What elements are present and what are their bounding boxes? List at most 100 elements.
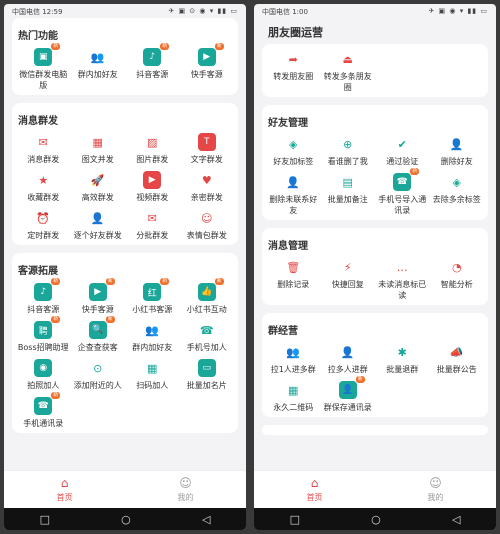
- tab-bar: ⌂ 首页 ☺ 我的: [254, 470, 496, 508]
- home-icon: ⌂: [310, 476, 319, 490]
- feature-item[interactable]: ⏰ 定时群发: [16, 209, 71, 241]
- feature-label: 抖音客源: [27, 305, 60, 314]
- icon-glyph: ✱: [397, 345, 407, 359]
- feature-label: 分批群发: [136, 231, 169, 240]
- feature-item[interactable]: 红新小红书客源: [125, 278, 180, 315]
- left-scroll[interactable]: 中国电信 12:59 ✈ ▣ ⊙ ◉ ▾ ▮▮ ▭ 热门功能 ▣ 新微信群发电脑版 👥…: [4, 4, 246, 470]
- left-phone-screen: 中国电信 12:59 ✈ ▣ ⊙ ◉ ▾ ▮▮ ▭ 热门功能 ▣ 新微信群发电脑版 👥…: [4, 4, 246, 530]
- feature-item[interactable]: ◉ 拍照加人: [16, 359, 71, 391]
- feature-item[interactable]: ▶ 视频群发: [125, 171, 180, 203]
- feature-label: 转发朋友圈: [273, 72, 314, 81]
- feature-item[interactable]: ✉ 分批群发: [125, 209, 180, 241]
- feature-item[interactable]: ➦ 转发朋友圈: [266, 50, 321, 93]
- feature-item[interactable]: 👤 删除未联系好友: [266, 173, 321, 216]
- feature-item[interactable]: 🔍 新企查查获客: [71, 316, 126, 353]
- recents-button[interactable]: □: [290, 513, 300, 526]
- feature-item[interactable]: ♥ 亲密群发: [180, 171, 235, 203]
- feature-item[interactable]: 👤 拉多人进群: [321, 343, 376, 375]
- new-badge: 新: [51, 392, 61, 399]
- feature-item[interactable]: 👤 新群保存通讯录: [321, 376, 376, 413]
- home-button[interactable]: ○: [371, 513, 381, 526]
- feature-icon: …: [393, 258, 411, 276]
- feature-item[interactable]: ▶ 新快手客源: [71, 278, 126, 315]
- feature-item[interactable]: 🚀 高效群发: [71, 171, 126, 203]
- feature-item[interactable]: ▣ 新微信群发电脑版: [16, 43, 71, 91]
- feature-item[interactable]: ✉ 消息群发: [16, 133, 71, 165]
- feature-item[interactable]: ♪ 新抖音客源: [125, 43, 180, 91]
- feature-item[interactable]: ⚡ 快捷回复: [321, 258, 376, 301]
- icon-glyph: ⏏: [342, 52, 353, 66]
- feature-icon: ♪ 新: [34, 278, 61, 301]
- feature-item[interactable]: ◈ 好友加标签: [266, 135, 321, 167]
- icon-glyph: 👤: [342, 385, 354, 395]
- feature-grid: ✉ 消息群发 ▦ 图文并发 ▨ 图片群发 T 文字群发 ★ 收藏群发 🚀 高效群发 ▶ 视频群发 ♥ 亲密群发…: [16, 133, 234, 241]
- feature-item[interactable]: T 文字群发: [180, 133, 235, 165]
- feature-label: Boss招聘助理: [17, 343, 69, 352]
- feature-label: 添加附近的人: [73, 381, 122, 390]
- tab-profile[interactable]: ☺ 我的: [125, 471, 246, 508]
- feature-item[interactable]: ♪ 新抖音客源: [16, 278, 71, 315]
- tab-profile[interactable]: ☺ 我的: [375, 471, 496, 508]
- back-button[interactable]: ◁: [202, 513, 210, 526]
- feature-icon: ▦: [143, 359, 161, 377]
- feature-item[interactable]: ✔ 通过验证: [375, 135, 430, 167]
- feature-item[interactable]: ☺ 表情包群发: [180, 209, 235, 241]
- back-button[interactable]: ◁: [452, 513, 460, 526]
- feature-item[interactable]: ◈ 去除多余标签: [430, 173, 485, 216]
- feature-item[interactable]: ▦ 永久二维码: [266, 381, 321, 413]
- feature-item[interactable]: ▭ 批量加名片: [180, 359, 235, 391]
- right-scroll[interactable]: 中国电信 1:00 ✈ ▣ ◉ ▾ ▮▮ ▭ 朋友圈运营 ➦ 转发朋友圈 ⏏ 转发多条…: [254, 4, 496, 470]
- feature-item[interactable]: 👤 删除好友: [430, 135, 485, 167]
- feature-item[interactable]: 📣 批量群公告: [430, 343, 485, 375]
- feature-item[interactable]: ▦ 扫码加人: [125, 359, 180, 391]
- feature-item[interactable]: 👤 逐个好友群发: [71, 209, 126, 241]
- home-button[interactable]: ○: [121, 513, 131, 526]
- feature-item[interactable]: ☎ 新手机通讯录: [16, 392, 71, 429]
- feature-item[interactable]: ⊙ 添加附近的人: [71, 359, 126, 391]
- feature-item[interactable]: 👥 群内加好友: [125, 321, 180, 353]
- feature-item[interactable]: 聘新 Boss招聘助理: [16, 316, 71, 353]
- tab-label: 我的: [177, 493, 194, 502]
- feature-icon: ♥: [198, 171, 216, 189]
- section-title: 消息管理: [268, 241, 308, 252]
- tab-home[interactable]: ⌂ 首页: [4, 471, 125, 508]
- feature-item[interactable]: ☎ 新手机号导入通讯录: [375, 168, 430, 216]
- feature-item[interactable]: ◔ 智能分析: [430, 258, 485, 301]
- new-badge: 新: [410, 168, 420, 175]
- feature-item[interactable]: ☎ 手机号加人: [180, 321, 235, 353]
- feature-label: 手机号导入通讯录: [378, 195, 427, 215]
- feature-label: 微信群发电脑版: [19, 70, 68, 90]
- feature-icon: ✱: [393, 343, 411, 361]
- feature-icon: ▦: [89, 133, 107, 151]
- feature-item[interactable]: ⊕ 看谁删了我: [321, 135, 376, 167]
- feature-item[interactable]: 👥 群内加好友: [71, 48, 126, 91]
- feature-item[interactable]: ▤ 批量加备注: [321, 173, 376, 216]
- icon-glyph: ◈: [452, 175, 461, 189]
- icon-glyph: ⊕: [343, 137, 353, 151]
- user-icon: ☺: [179, 476, 192, 490]
- feature-icon: 👤: [284, 173, 302, 191]
- feature-icon: ⚡: [339, 258, 357, 276]
- section-title: 热门功能: [18, 31, 58, 42]
- feature-item[interactable]: ★ 收藏群发: [16, 171, 71, 203]
- feature-item[interactable]: ▦ 图文并发: [71, 133, 126, 165]
- icon-glyph: ▨: [147, 135, 158, 149]
- feature-item[interactable]: 👥 拉1人进多群: [266, 343, 321, 375]
- icon-glyph: ▶: [148, 175, 156, 185]
- feature-icon: 🚀: [89, 171, 107, 189]
- feature-item[interactable]: 👍 新小红书互动: [180, 278, 235, 315]
- feature-item[interactable]: … 未读消息标已读: [375, 258, 430, 301]
- feature-label: 图片群发: [136, 155, 169, 164]
- feature-icon: ✉: [143, 209, 161, 227]
- icon-glyph: T: [204, 137, 210, 147]
- feature-item[interactable]: 🗑 删除记录: [266, 258, 321, 301]
- icon-glyph: ◔: [451, 260, 462, 274]
- feature-icon: 👥: [284, 343, 302, 361]
- tab-home[interactable]: ⌂ 首页: [254, 471, 375, 508]
- recents-button[interactable]: □: [40, 513, 50, 526]
- feature-item[interactable]: ▨ 图片群发: [125, 133, 180, 165]
- feature-item[interactable]: ▶ 新快手客源: [180, 43, 235, 91]
- feature-item[interactable]: ✱ 批量退群: [375, 343, 430, 375]
- icon-glyph: ➦: [288, 52, 298, 66]
- feature-item[interactable]: ⏏ 转发多条朋友圈: [321, 50, 376, 93]
